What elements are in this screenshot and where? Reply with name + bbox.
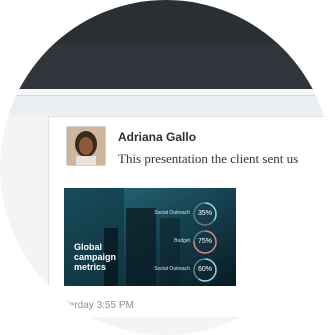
secondary-header-bar <box>0 44 332 90</box>
metric-value: 35% <box>197 210 212 217</box>
metric-label: Budget <box>174 238 190 244</box>
metric-label: Social Outreach <box>154 210 190 216</box>
metric-ring: 75% <box>192 229 218 255</box>
post-timestamp[interactable]: terday 3:55 PM <box>66 300 134 311</box>
metric-ring: 60% <box>192 257 218 283</box>
avatar-photo-icon <box>67 127 105 165</box>
attachment-title: Global campaign metrics <box>74 242 117 272</box>
metric-ring: 35% <box>192 201 218 227</box>
avatar[interactable] <box>66 126 106 166</box>
metric-label: Social Outreach <box>154 266 190 272</box>
metric-value: 60% <box>197 266 212 273</box>
post-message: This presentation the client sent us <box>118 151 299 166</box>
attachment-thumbnail[interactable]: Global campaign metrics Social Outreach … <box>64 188 236 286</box>
top-navigation-bar <box>0 0 332 44</box>
metric-value: 75% <box>197 238 212 245</box>
post-author-name[interactable]: Adriana Gallo <box>118 130 196 144</box>
zoom-lens: Adriana Gallo This presentation the clie… <box>0 0 332 335</box>
header-divider <box>0 89 332 96</box>
feed-background <box>0 96 332 115</box>
